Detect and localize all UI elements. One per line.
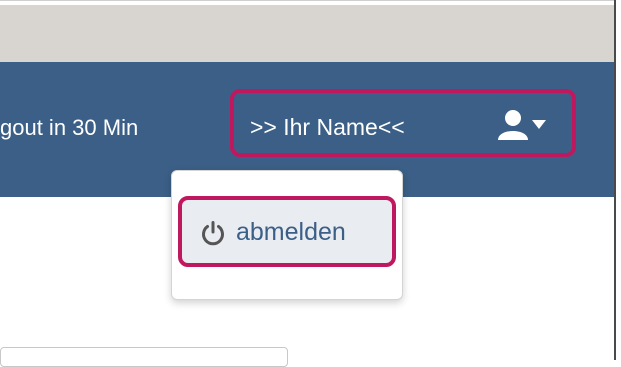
caret-down-icon (532, 120, 546, 129)
browser-toolbar-area (0, 5, 614, 62)
user-menu-toggle[interactable]: >> Ihr Name<< (230, 89, 576, 157)
content-input-field[interactable] (0, 347, 288, 367)
user-icon (498, 110, 528, 140)
logout-menu-item[interactable]: abmelden (178, 196, 396, 267)
user-name-label: >> Ihr Name<< (250, 114, 405, 140)
window-frame-edge (614, 0, 621, 360)
session-logout-timer: gout in 30 Min (0, 115, 139, 140)
logout-label: abmelden (236, 218, 346, 246)
power-icon (202, 221, 224, 246)
